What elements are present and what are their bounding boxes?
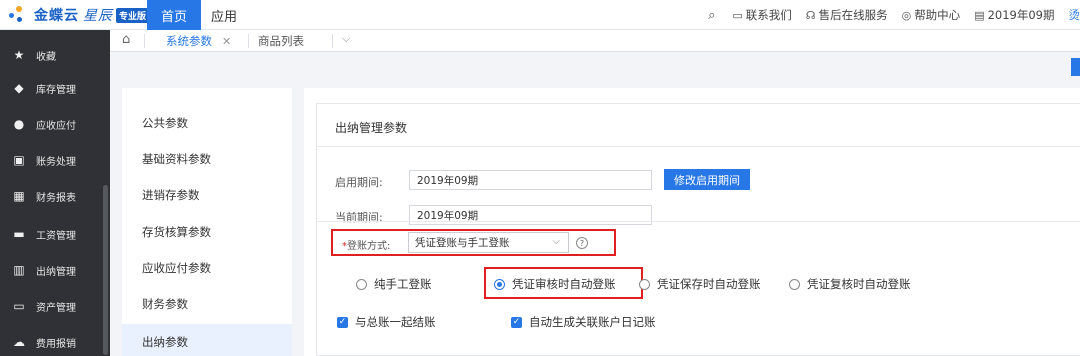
top-right-toolbar: ⌕ ▭ 联系我们 ☊ 售后在线服务 ◎ 帮助中心 ▤ 2019年09期 烫 bbox=[708, 0, 1080, 30]
sidebar-item-inventory[interactable]: ◆ 库存管理 bbox=[0, 70, 110, 106]
yen-circle-icon: ● bbox=[13, 117, 25, 131]
question-circle-icon[interactable]: ? bbox=[576, 237, 588, 249]
start-period-field[interactable]: 2019年09期 bbox=[409, 170, 652, 190]
report-icon: ▦ bbox=[13, 189, 25, 203]
sidebar-item-favorites[interactable]: ★ 收藏 bbox=[0, 37, 110, 73]
sidebar-scrollbar[interactable] bbox=[103, 185, 108, 355]
params-menu: 公共参数 基础资料参数 进销存参数 存货核算参数 应收应付参数 财务参数 出纳参… bbox=[122, 88, 292, 356]
salary-icon: ▬ bbox=[13, 227, 25, 241]
chat-icon: ▭ bbox=[732, 8, 743, 22]
menu-item-stock-costing-params[interactable]: 存货核算参数 bbox=[122, 214, 292, 250]
nav-app[interactable]: 应用 bbox=[211, 0, 237, 30]
current-period-field[interactable]: 2019年09期 bbox=[409, 205, 652, 225]
tab-system-params[interactable]: 系统参数 ✕ bbox=[166, 30, 231, 52]
sidebar-item-cashier[interactable]: ▥ 出纳管理 bbox=[0, 252, 110, 288]
current-period-label: 当前期间: bbox=[335, 211, 383, 224]
checkbox-close-with-gl[interactable]: ✓ 与总账一起结账 bbox=[337, 314, 436, 330]
divider bbox=[317, 146, 1080, 147]
posting-method-label: *登账方式: bbox=[342, 241, 391, 252]
tab-product-list[interactable]: 商品列表 bbox=[258, 30, 304, 52]
checkmark-icon: ✓ bbox=[511, 316, 522, 328]
cashier-params-card: 出纳管理参数 启用期间: 2019年09期 修改启用期间 当前期间: 2019年… bbox=[316, 103, 1080, 356]
modify-start-period-button[interactable]: 修改启用期间 bbox=[664, 169, 750, 190]
compass-icon: ◎ bbox=[901, 8, 912, 22]
cashier-icon: ▥ bbox=[13, 263, 25, 277]
radio-circle bbox=[356, 278, 367, 290]
sidebar-item-reports[interactable]: ▦ 财务报表 bbox=[0, 178, 110, 214]
sidebar-item-receivables[interactable]: ● 应收应付 bbox=[0, 106, 110, 142]
help-center-link[interactable]: ◎ 帮助中心 bbox=[902, 7, 961, 23]
period-selector[interactable]: ▤ 2019年09期 bbox=[974, 7, 1054, 23]
radio-circle bbox=[789, 278, 800, 290]
support-link[interactable]: ☊ 售后在线服务 bbox=[806, 7, 888, 23]
search-button[interactable]: ⌕ bbox=[708, 8, 718, 23]
logo-mark-icon bbox=[6, 5, 32, 25]
menu-item-base-data-params[interactable]: 基础资料参数 bbox=[122, 141, 292, 177]
contact-us-link[interactable]: ▭ 联系我们 bbox=[732, 7, 791, 23]
radio-manual-posting[interactable]: 纯手工登账 bbox=[356, 276, 432, 292]
tab-divider bbox=[144, 34, 145, 48]
menu-item-ar-ap-params[interactable]: 应收应付参数 bbox=[122, 250, 292, 286]
tab-bar: ⌂ 系统参数 ✕ 商品列表 ⌵ bbox=[110, 30, 1080, 52]
menu-item-public-params[interactable]: 公共参数 bbox=[122, 105, 292, 141]
radio-circle-selected bbox=[494, 278, 505, 290]
radio-circle bbox=[639, 278, 650, 290]
menu-item-finance-params[interactable]: 财务参数 bbox=[122, 286, 292, 322]
sidebar-item-assets[interactable]: ▭ 资产管理 bbox=[0, 288, 110, 324]
brand-logo[interactable]: 金蝶云 星辰 专业版 bbox=[6, 5, 150, 25]
star-icon: ★ bbox=[13, 48, 25, 62]
brand-badge: 专业版 bbox=[116, 7, 150, 23]
nav-home[interactable]: 首页 bbox=[147, 0, 201, 30]
chevron-down-icon: ⌵ bbox=[552, 236, 560, 247]
menu-item-inventory-params[interactable]: 进销存参数 bbox=[122, 177, 292, 213]
user-menu[interactable]: 烫 bbox=[1069, 7, 1080, 23]
tab-divider bbox=[248, 34, 249, 48]
top-bar: 金蝶云 星辰 专业版 首页 应用 ⌕ ▭ 联系我们 ☊ 售后在线服务 ◎ 帮助中心… bbox=[0, 0, 1080, 30]
section-title: 出纳管理参数 bbox=[335, 121, 408, 135]
menu-item-cashier-params[interactable]: 出纳参数 bbox=[122, 324, 292, 356]
tab-divider bbox=[332, 34, 333, 48]
asset-icon: ▭ bbox=[13, 299, 25, 313]
content-panel: 出纳管理参数 启用期间: 2019年09期 修改启用期间 当前期间: 2019年… bbox=[304, 88, 1080, 356]
search-icon: ⌕ bbox=[708, 7, 716, 23]
start-period-label: 启用期间: bbox=[335, 176, 383, 189]
calendar-icon: ▤ bbox=[974, 8, 985, 22]
posting-method-select[interactable]: 凭证登账与手工登账 ⌵ bbox=[408, 232, 569, 253]
expense-icon: ☁ bbox=[13, 335, 25, 349]
sidebar-item-salary[interactable]: ▬ 工资管理 bbox=[0, 216, 110, 252]
home-tab-icon[interactable]: ⌂ bbox=[122, 32, 130, 47]
ledger-icon: ▣ bbox=[13, 153, 25, 167]
radio-auto-post-on-review[interactable]: 凭证复核时自动登账 bbox=[789, 276, 911, 292]
brand-name: 金蝶云 星辰 bbox=[34, 8, 113, 24]
cube-icon: ◆ bbox=[14, 81, 24, 95]
sidebar: ★ 收藏 ◆ 库存管理 ● 应收应付 ▣ 账务处理 ▦ 财务报表 ▬ 工资管理 … bbox=[0, 30, 110, 356]
sidebar-item-accounting[interactable]: ▣ 账务处理 bbox=[0, 142, 110, 178]
sidebar-item-expenses[interactable]: ☁ 费用报销 bbox=[0, 324, 110, 356]
radio-auto-post-on-audit[interactable]: 凭证审核时自动登账 bbox=[494, 276, 616, 292]
chevron-down-icon[interactable]: ⌵ bbox=[342, 32, 350, 46]
radio-auto-post-on-save[interactable]: 凭证保存时自动登账 bbox=[639, 276, 761, 292]
checkbox-auto-generate-journal[interactable]: ✓ 自动生成关联账户日记账 bbox=[511, 314, 656, 330]
headset-icon: ☊ bbox=[805, 8, 816, 22]
close-icon[interactable]: ✕ bbox=[222, 35, 231, 48]
divider bbox=[317, 221, 1080, 222]
checkmark-icon: ✓ bbox=[337, 316, 348, 328]
action-button-edge[interactable] bbox=[1071, 58, 1080, 76]
